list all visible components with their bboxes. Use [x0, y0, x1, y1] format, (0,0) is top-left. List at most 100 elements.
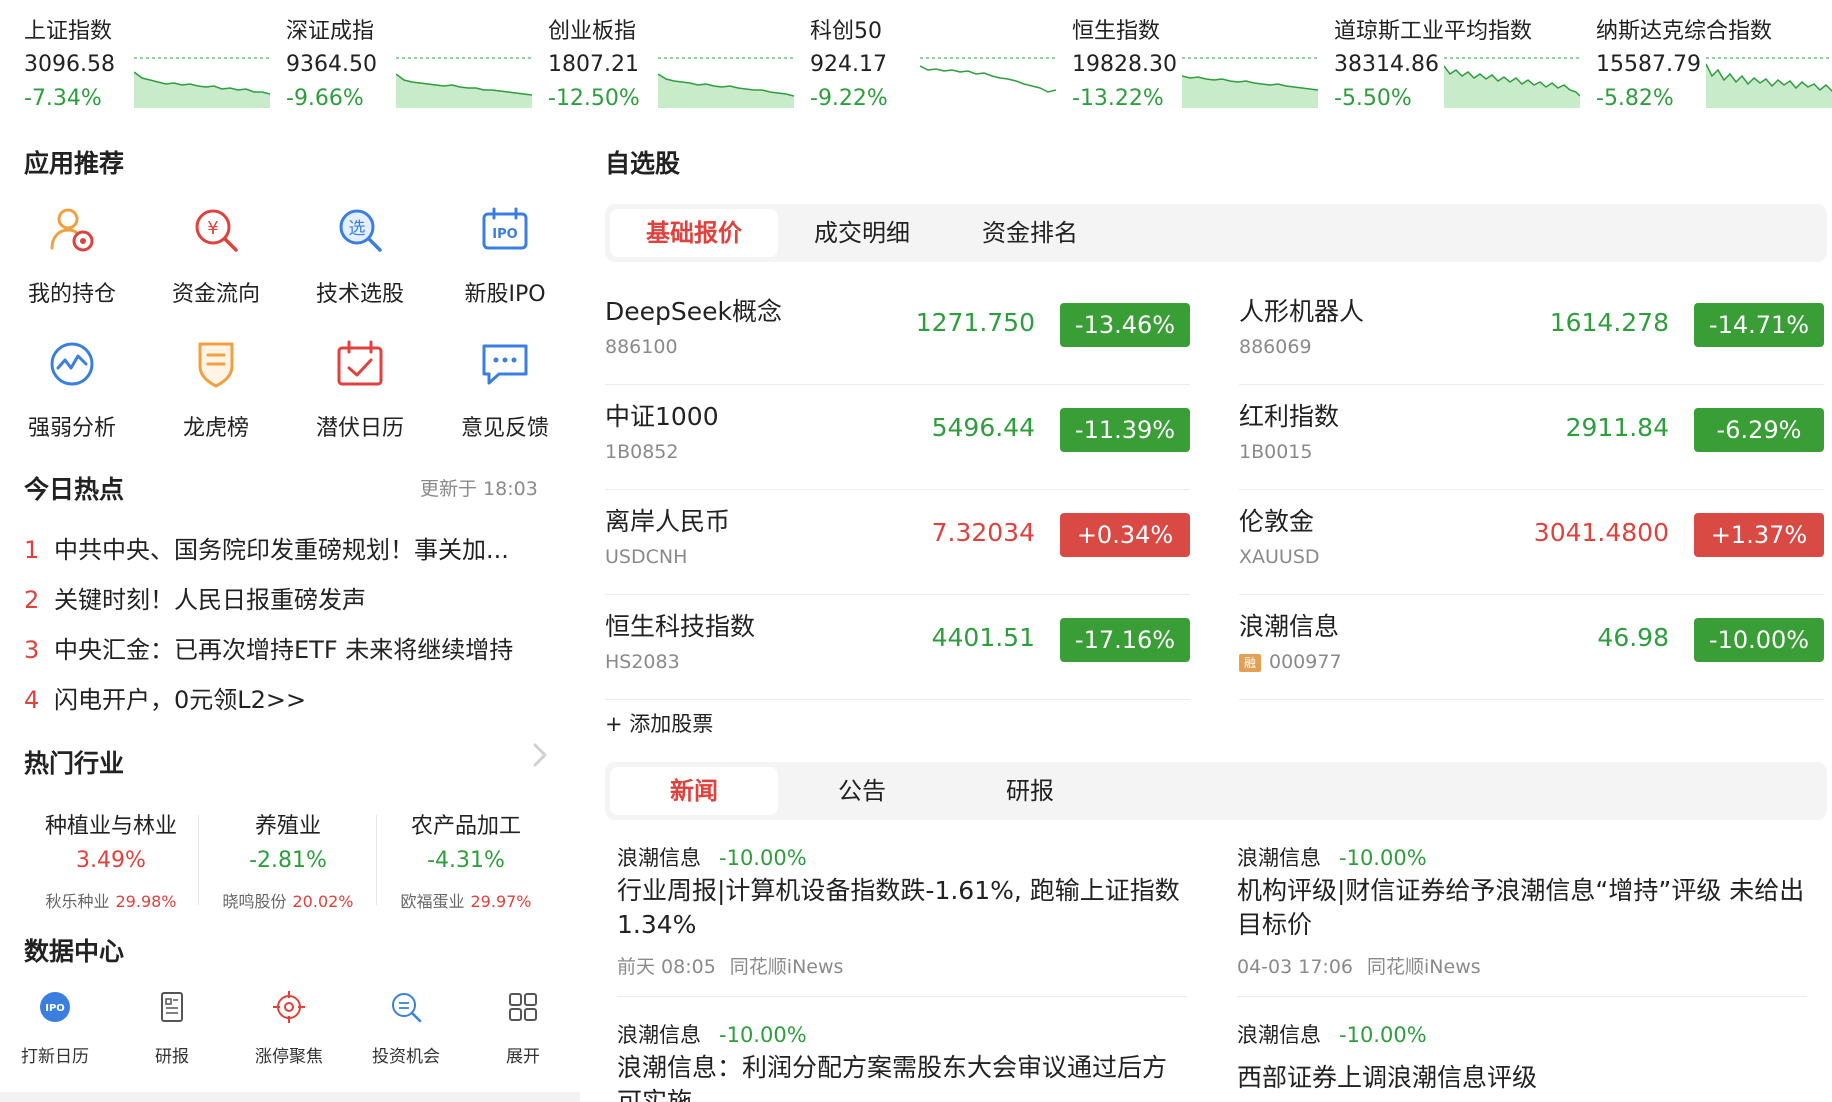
- app-stock-screener[interactable]: 选 技术选股: [290, 204, 430, 324]
- feedback-icon: [482, 344, 528, 385]
- stock-change-badge[interactable]: -6.29%: [1694, 408, 1824, 452]
- industry-leader: 秋乐种业 29.98%: [22, 888, 200, 912]
- money-flow-icon: ¥: [195, 209, 238, 252]
- margin-trading-badge: 融: [1239, 654, 1261, 672]
- stock-change-badge[interactable]: -11.39%: [1060, 408, 1190, 452]
- tab-research[interactable]: 研报: [946, 767, 1114, 815]
- news-item[interactable]: 浪潮信息 -10.00% 西部证券上调浪潮信息评级: [1237, 1019, 1807, 1102]
- index-ticker[interactable]: 纳斯达克综合指数 15587.79 -5.82%: [1596, 0, 1832, 120]
- index-name: 恒生指数: [1072, 19, 1161, 44]
- app-dragon-tiger[interactable]: 龙虎榜: [146, 338, 286, 458]
- index-value: 38314.86: [1334, 52, 1439, 77]
- app-new-ipo[interactable]: IPO 新股IPO: [435, 204, 575, 324]
- hot-rank: 1: [24, 536, 40, 564]
- stock-code: 886069: [1239, 336, 1312, 358]
- stock-row[interactable]: DeepSeek概念 886100 1271.750 -13.46%: [605, 280, 1190, 385]
- stock-change-badge[interactable]: -13.46%: [1060, 303, 1190, 347]
- data-label: 投资机会: [372, 1047, 440, 1067]
- ipo-badge: IPO: [492, 227, 517, 242]
- news-item[interactable]: 浪潮信息 -10.00% 行业周报|计算机设备指数跌-1.61%, 跑输上证指数1…: [617, 842, 1187, 992]
- news-item[interactable]: 浪潮信息 -10.00% 机构评级|财信证券给予浪潮信息“增持”评级 未给出目标价…: [1237, 842, 1807, 992]
- news-stock-name: 浪潮信息: [617, 1023, 701, 1047]
- hot-section-title: 今日热点: [24, 475, 125, 504]
- app-label: 资金流向: [171, 282, 260, 307]
- stock-name: 红利指数: [1239, 402, 1340, 431]
- app-label: 意见反馈: [460, 416, 549, 441]
- index-ticker[interactable]: 深证成指 9364.50 -9.66%: [286, 0, 544, 120]
- index-name: 上证指数: [24, 19, 113, 44]
- app-calendar[interactable]: 潜伏日历: [290, 338, 430, 458]
- news-stock-name: 浪潮信息: [617, 846, 701, 870]
- hot-text: 关键时刻！人民日报重磅发声: [54, 586, 366, 614]
- industry-card[interactable]: 农产品加工 -4.31% 欧福蛋业 29.97%: [377, 800, 555, 912]
- industry-name: 养殖业: [254, 814, 321, 839]
- index-ticker[interactable]: 创业板指 1807.21 -12.50%: [548, 0, 806, 120]
- stock-row[interactable]: 离岸人民币 USDCNH 7.32034 +0.34%: [605, 490, 1190, 595]
- data-label: 打新日历: [21, 1047, 89, 1067]
- industries-section-title: 热门行业: [24, 749, 125, 778]
- app-label: 技术选股: [315, 282, 404, 307]
- data-item-limit-up[interactable]: 涨停聚焦: [234, 990, 344, 1080]
- hot-news-item[interactable]: 1 中共中央、国务院印发重磅规划！事关加...: [24, 530, 564, 570]
- hot-rank: 2: [24, 586, 40, 614]
- news-stock-change: -10.00%: [719, 1023, 807, 1047]
- add-stock-button[interactable]: + 添加股票: [605, 708, 713, 738]
- stock-change-badge[interactable]: +1.37%: [1694, 513, 1824, 557]
- stock-code: 融 000977: [1239, 651, 1342, 673]
- index-ticker[interactable]: 道琼斯工业平均指数 38314.86 -5.50%: [1334, 0, 1592, 120]
- stock-change-badge[interactable]: -14.71%: [1694, 303, 1824, 347]
- hot-updated-time: 更新于 18:03: [420, 478, 538, 500]
- news-time: 前天 08:05: [617, 956, 716, 978]
- stock-price: 2911.84: [1565, 413, 1669, 442]
- stock-screener-icon: 选: [339, 209, 382, 252]
- data-item-opportunity[interactable]: 投资机会: [351, 990, 461, 1080]
- index-change: -12.50%: [548, 86, 640, 111]
- data-item-ipo-calendar[interactable]: IPO 打新日历: [0, 990, 110, 1080]
- stock-change-badge[interactable]: +0.34%: [1060, 513, 1190, 557]
- stock-change-badge[interactable]: -17.16%: [1060, 618, 1190, 662]
- data-item-expand[interactable]: 展开: [468, 990, 578, 1080]
- stock-row[interactable]: 红利指数 1B0015 2911.84 -6.29%: [1239, 385, 1824, 490]
- industry-card[interactable]: 养殖业 -2.81% 晓鸣股份 20.02%: [199, 800, 377, 911]
- index-ticker[interactable]: 上证指数 3096.58 -7.34%: [24, 0, 282, 120]
- app-strength-analysis[interactable]: 强弱分析: [2, 338, 142, 458]
- industry-card[interactable]: 种植业与林业 3.49% 秋乐种业 29.98%: [22, 800, 200, 912]
- news-source: 同花顺iNews: [729, 956, 844, 978]
- news-divider: [1237, 996, 1807, 997]
- tab-announcements[interactable]: 公告: [778, 767, 946, 815]
- leader-change: 20.02%: [292, 892, 354, 911]
- ipo-calendar-icon: IPO: [40, 992, 70, 1022]
- news-item[interactable]: 浪潮信息 -10.00% 浪潮信息：利润分配方案需股东大会审议通过后方可实施: [617, 1019, 1187, 1102]
- stock-change-badge[interactable]: -10.00%: [1694, 618, 1824, 662]
- hot-text: 闪电开户，0元领L2>>: [54, 686, 307, 714]
- stock-row[interactable]: 人形机器人 886069 1614.278 -14.71%: [1239, 280, 1824, 385]
- stock-row[interactable]: 浪潮信息 融 000977 46.98 -10.00%: [1239, 595, 1824, 700]
- calendar-icon: [337, 340, 383, 386]
- tab-trade-details[interactable]: 成交明细: [778, 209, 946, 257]
- hot-news-item[interactable]: 2 关键时刻！人民日报重磅发声: [24, 580, 564, 620]
- app-money-flow[interactable]: ¥ 资金流向: [146, 204, 286, 324]
- hot-news-item[interactable]: 4 闪电开户，0元领L2>>: [24, 680, 564, 720]
- index-ticker[interactable]: 恒生指数 19828.30 -13.22%: [1072, 0, 1330, 120]
- stock-price: 1271.750: [915, 308, 1035, 337]
- index-change: -13.22%: [1072, 86, 1164, 111]
- stock-code: 1B0015: [1239, 441, 1313, 463]
- leader-name: 欧福蛋业: [400, 892, 465, 911]
- tab-news[interactable]: 新闻: [610, 767, 778, 815]
- tab-fund-ranking[interactable]: 资金排名: [946, 209, 1114, 257]
- stock-row[interactable]: 恒生科技指数 HS2083 4401.51 -17.16%: [605, 595, 1190, 700]
- industry-leader: 欧福蛋业 29.97%: [377, 888, 555, 912]
- stock-price: 7.32034: [931, 518, 1035, 547]
- data-item-report[interactable]: 研报: [117, 990, 227, 1080]
- hot-text: 中共中央、国务院印发重磅规划！事关加...: [54, 536, 509, 564]
- index-ticker[interactable]: 科创50 924.17 -9.22%: [810, 0, 1068, 120]
- index-value: 15587.79: [1596, 52, 1701, 77]
- stock-row[interactable]: 中证1000 1B0852 5496.44 -11.39%: [605, 385, 1190, 490]
- stock-row[interactable]: 伦敦金 XAUUSD 3041.4800 +1.37%: [1239, 490, 1824, 595]
- news-time: 04-03 17:06: [1237, 956, 1354, 978]
- app-feedback[interactable]: 意见反馈: [435, 338, 575, 458]
- hot-news-item[interactable]: 3 中央汇金：已再次增持ETF 未来将继续增持: [24, 630, 564, 670]
- tab-basic-quote[interactable]: 基础报价: [610, 209, 778, 257]
- chevron-right-icon[interactable]: [530, 740, 550, 770]
- app-my-positions[interactable]: 我的持仓: [2, 204, 142, 324]
